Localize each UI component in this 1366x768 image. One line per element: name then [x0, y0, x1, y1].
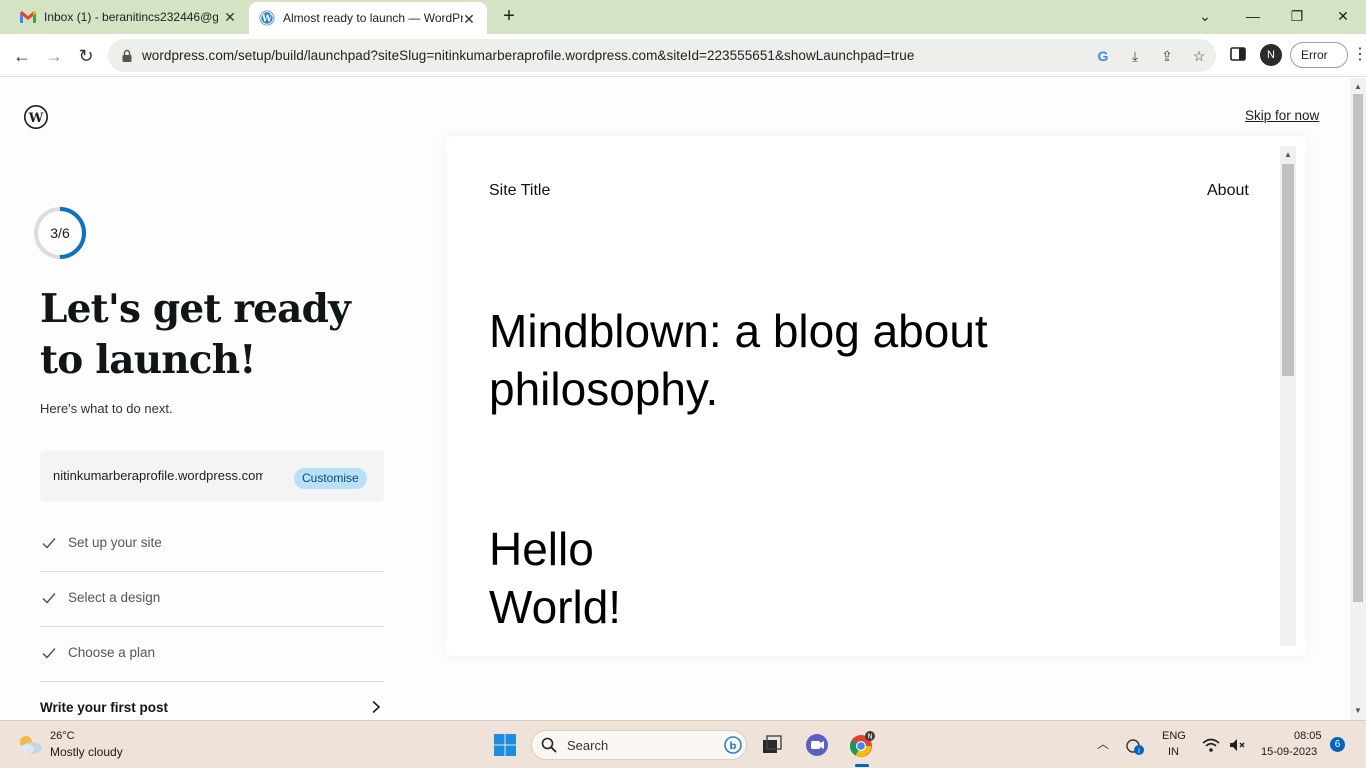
security-status-icon[interactable]: i [1124, 735, 1146, 757]
notification-badge[interactable]: 6 [1330, 737, 1345, 752]
clock-time[interactable]: 08:05 [1294, 730, 1322, 742]
page-subtitle: Here's what to do next. [40, 401, 173, 416]
tab-wordpress[interactable]: W Almost ready to launch — WordPress.com… [249, 2, 487, 34]
skip-for-now-link[interactable]: Skip for now [1245, 108, 1319, 123]
bing-chat-icon[interactable]: b [724, 736, 742, 754]
chevron-right-icon [372, 700, 381, 714]
task-label: Write your first post [40, 700, 169, 715]
page-scrollbar-thumb[interactable] [1353, 94, 1363, 602]
svg-text:W: W [28, 111, 44, 126]
new-tab-button[interactable]: + [497, 5, 521, 29]
bookmark-star-icon[interactable]: ☆ [1190, 47, 1208, 65]
task-select-design[interactable]: Select a design [40, 572, 384, 627]
tab-gmail[interactable]: Inbox (1) - beranitincs232446@gmail.com … [0, 0, 248, 34]
cloudy-weather-icon[interactable] [16, 733, 44, 757]
scroll-up-arrow-icon[interactable]: ▲ [1353, 82, 1363, 92]
show-hidden-icons-chevron-icon[interactable]: ︿ [1097, 735, 1109, 752]
close-window-button[interactable]: ✕ [1330, 4, 1356, 28]
forward-button[interactable]: → [42, 44, 66, 68]
task-label: Set up your site [68, 535, 162, 550]
tab-search-chevron-icon[interactable]: ⌄ [1192, 4, 1218, 28]
language-indicator-bottom[interactable]: IN [1168, 746, 1179, 758]
error-button[interactable]: Error [1290, 42, 1348, 68]
gmail-icon [20, 9, 36, 25]
clock-date[interactable]: 15-09-2023 [1261, 746, 1317, 758]
weather-description: Mostly cloudy [50, 745, 123, 759]
preview-tagline: Mindblown: a blog about philosophy. [489, 305, 988, 415]
progress-count: 3/6 [50, 225, 70, 241]
url-text: wordpress.com/setup/build/launchpad?site… [142, 48, 915, 63]
preview-nav-about: About [1207, 182, 1249, 199]
reload-button[interactable]: ↻ [74, 44, 98, 68]
search-label: Search [567, 738, 609, 753]
page-scrollbar[interactable]: ▲ ▼ [1350, 78, 1366, 720]
windows-start-icon[interactable] [493, 733, 517, 757]
side-panel-icon[interactable] [1230, 46, 1246, 62]
preview-scrollbar[interactable]: ▲ [1280, 146, 1296, 646]
task-label: Choose a plan [68, 645, 156, 660]
task-view-icon[interactable] [758, 731, 786, 759]
task-set-up-site[interactable]: Set up your site [40, 517, 384, 572]
svg-text:N: N [867, 733, 872, 741]
minimize-button[interactable]: — [1240, 4, 1266, 28]
svg-text:b: b [729, 741, 736, 752]
taskbar-search[interactable]: Search b [531, 730, 747, 760]
customise-button[interactable]: Customise [294, 468, 367, 489]
google-translate-icon[interactable]: G [1094, 47, 1112, 65]
preview-scrollbar-thumb[interactable] [1282, 164, 1294, 376]
search-icon [541, 737, 557, 753]
tab-title: Almost ready to launch — WordPress.com [283, 11, 463, 25]
lock-icon [122, 49, 132, 62]
active-app-indicator [855, 764, 869, 767]
teams-chat-icon[interactable] [803, 731, 831, 759]
page-title: Let's get ready to launch! [40, 286, 351, 383]
profile-avatar[interactable]: N [1260, 44, 1282, 66]
restore-button[interactable]: ❐ [1284, 4, 1310, 28]
browser-toolbar: ← → ↻ wordpress.com/setup/build/launchpa… [0, 34, 1366, 77]
checkmark-icon [42, 648, 56, 659]
checkmark-icon [42, 538, 56, 549]
wordpress-icon: W [259, 10, 275, 26]
task-label: Select a design [68, 590, 161, 605]
close-tab-icon[interactable]: ✕ [222, 9, 238, 25]
preview-post-title: Hello World! [489, 523, 622, 633]
address-bar[interactable]: wordpress.com/setup/build/launchpad?site… [108, 39, 1216, 72]
svg-text:i: i [1138, 747, 1140, 755]
tab-title: Inbox (1) - beranitincs232446@gmail.com [44, 10, 218, 24]
scroll-down-arrow-icon[interactable]: ▼ [1353, 706, 1363, 716]
close-tab-icon[interactable]: ✕ [461, 11, 477, 27]
chrome-icon[interactable]: N [847, 731, 875, 759]
site-card: nitinkumarberaprofile.wordpress.com Cust… [40, 451, 384, 501]
checkmark-icon [42, 593, 56, 604]
browser-tab-bar: Inbox (1) - beranitincs232446@gmail.com … [0, 0, 1366, 34]
wifi-icon[interactable] [1202, 736, 1220, 754]
scroll-up-arrow-icon[interactable]: ▲ [1283, 150, 1293, 160]
back-button[interactable]: ← [10, 44, 34, 68]
task-choose-plan[interactable]: Choose a plan [40, 627, 384, 682]
wordpress-logo-icon[interactable]: W [24, 105, 48, 129]
speaker-muted-icon[interactable] [1228, 736, 1246, 754]
site-preview[interactable]: Site Title About Mindblown: a blog about… [458, 146, 1280, 646]
language-indicator-top[interactable]: ENG [1162, 730, 1186, 742]
svg-text:W: W [261, 15, 273, 25]
weather-temperature: 26°C [50, 730, 75, 742]
task-write-first-post[interactable]: Write your first post [40, 682, 384, 720]
preview-site-title: Site Title [489, 182, 551, 199]
install-app-icon[interactable]: ⤓ [1126, 47, 1144, 65]
site-url: nitinkumarberaprofile.wordpress.com [53, 468, 263, 483]
windows-taskbar: 26°C Mostly cloudy Search b N ︿ i ENG IN… [0, 720, 1366, 768]
share-icon[interactable]: ⇪ [1158, 47, 1176, 65]
browser-menu-icon[interactable]: ⋮ [1352, 44, 1366, 68]
